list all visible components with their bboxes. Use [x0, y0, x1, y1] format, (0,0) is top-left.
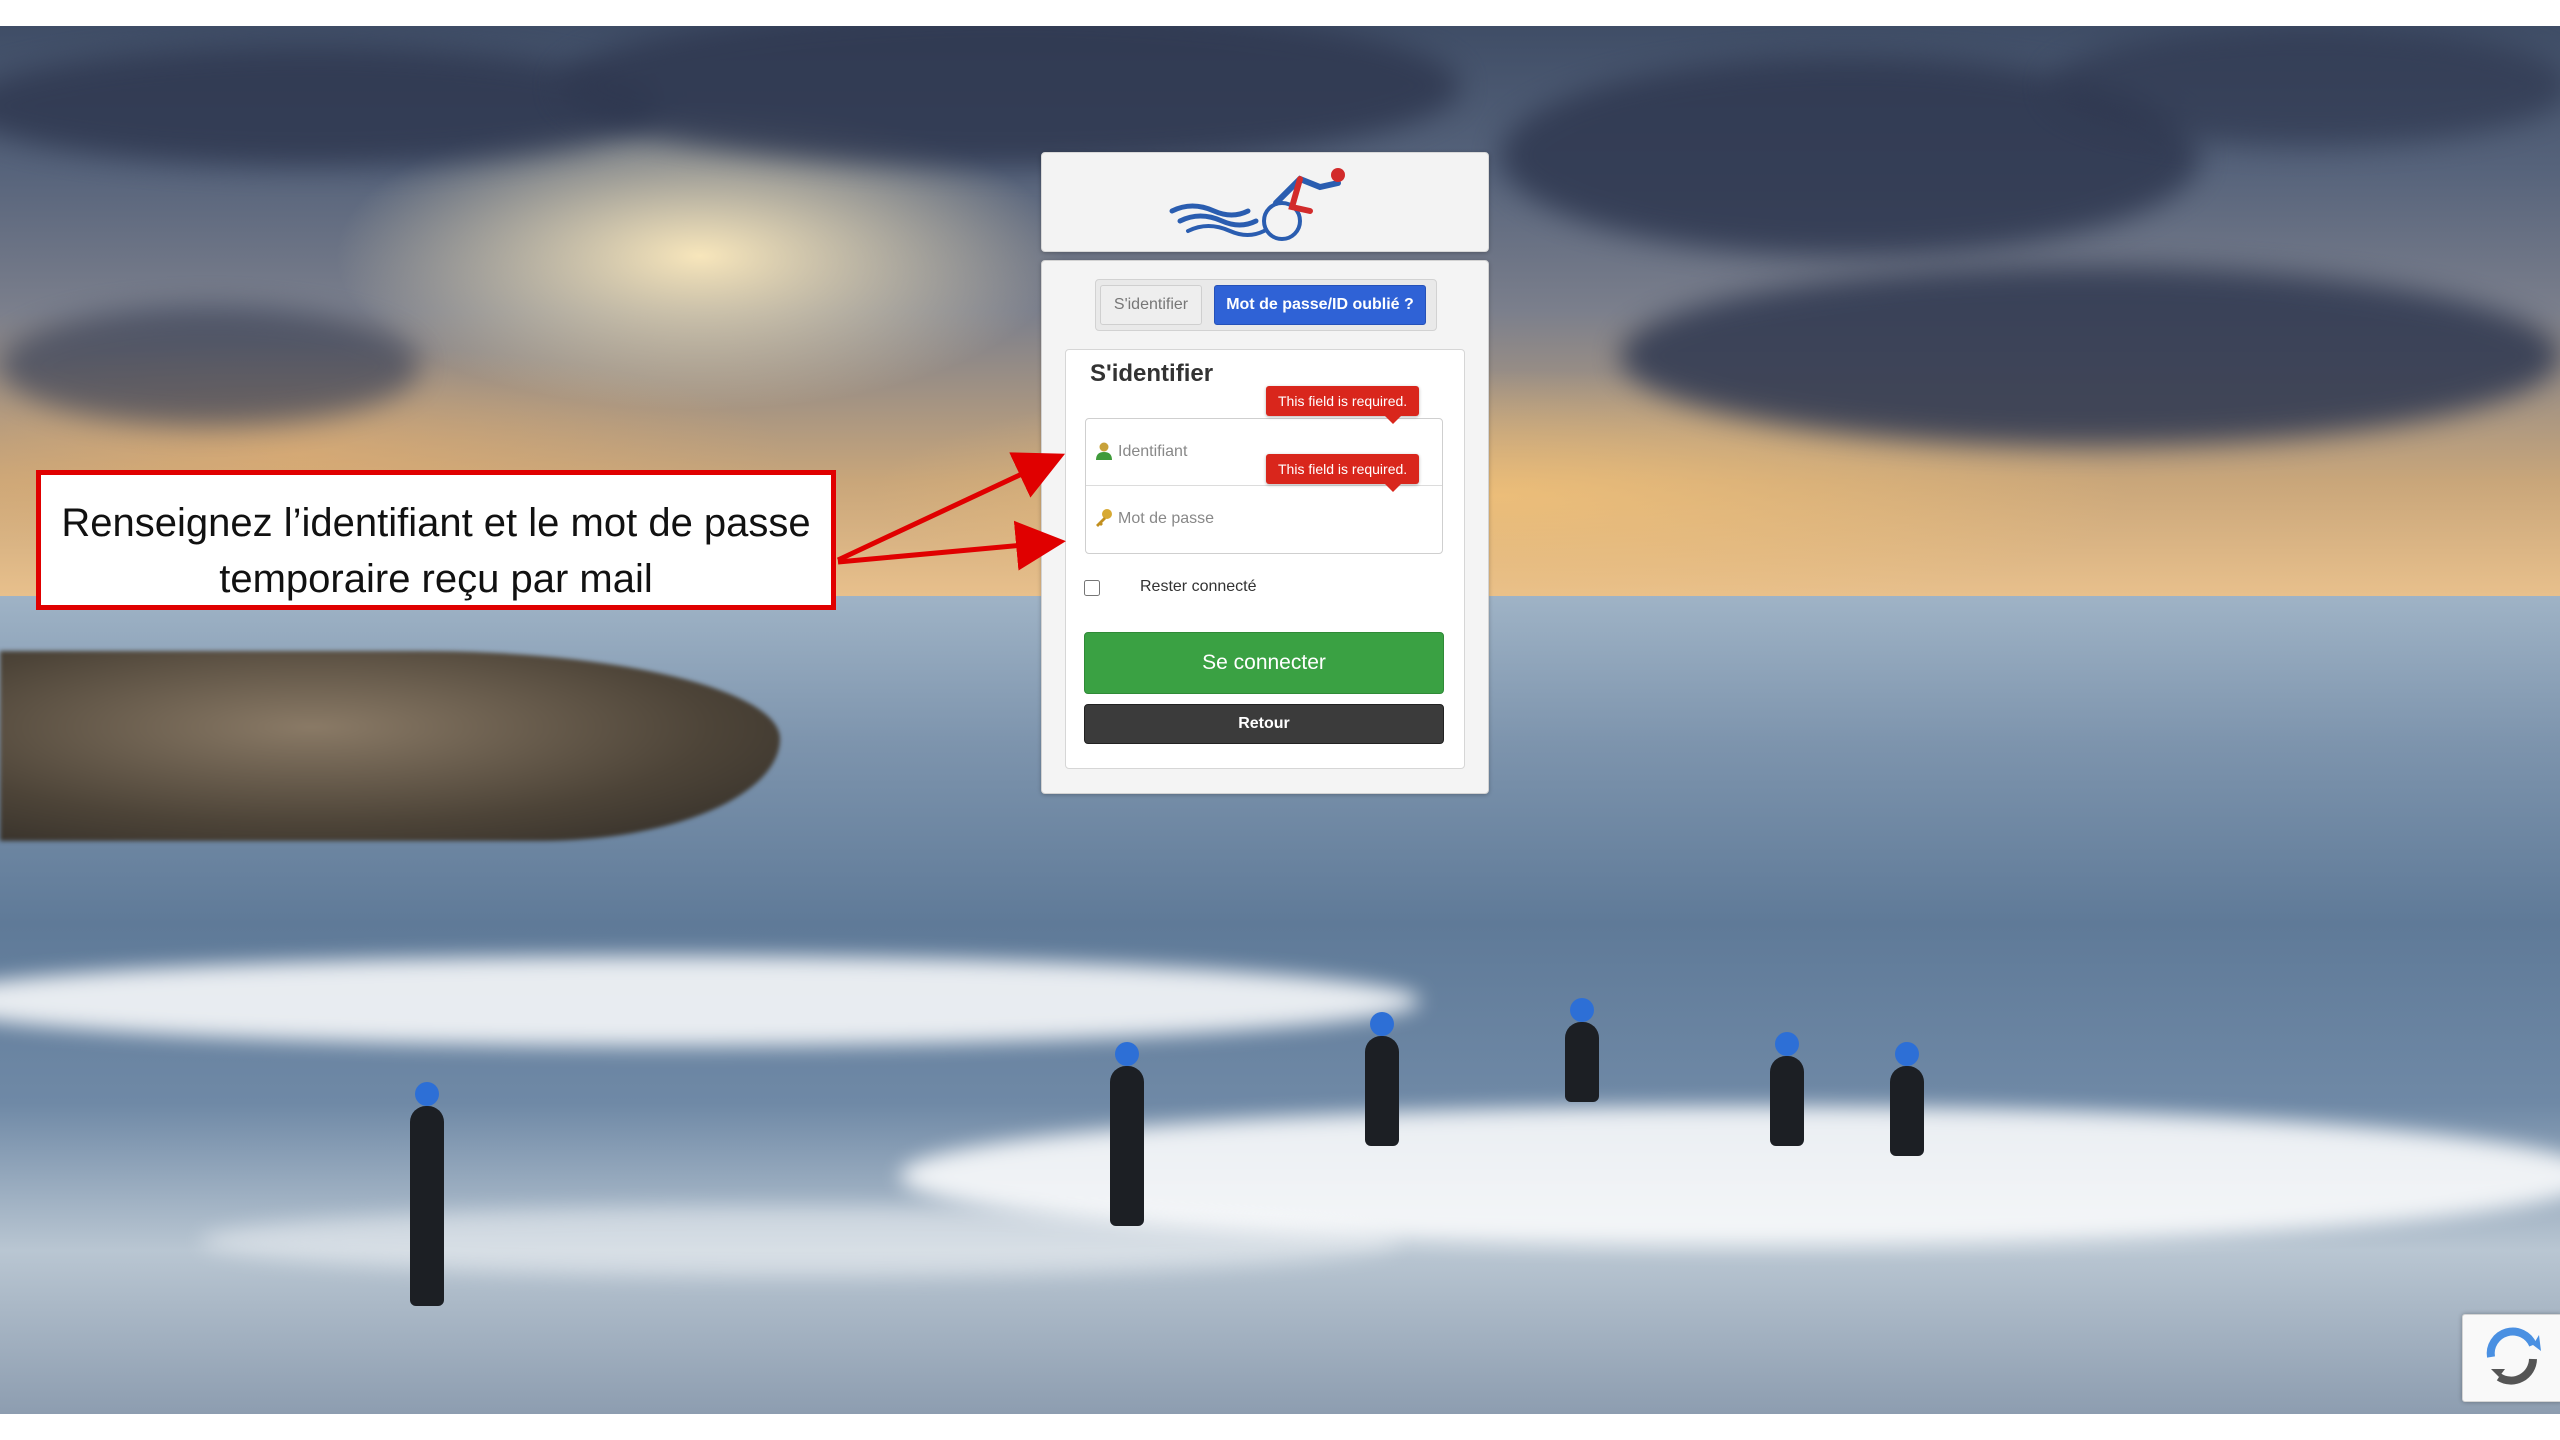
password-error-tooltip: This field is required. [1266, 454, 1420, 492]
rock-jetty [0, 651, 780, 841]
form-title: S'identifier [1090, 360, 1214, 387]
annotation-text: Renseignez l’identifiant et le mot de pa… [61, 501, 811, 601]
cloud [1620, 266, 2560, 446]
username-error-tooltip: This field is required. [1266, 386, 1420, 424]
tab-login[interactable]: S'identifier [1100, 285, 1202, 325]
password-row [1086, 486, 1442, 552]
user-icon [1096, 442, 1112, 460]
annotation-callout: Renseignez l’identifiant et le mot de pa… [36, 470, 836, 610]
back-button[interactable]: Retour [1084, 704, 1444, 744]
cloud [0, 306, 420, 426]
tab-bar: S'identifier Mot de passe/ID oublié ? [1095, 279, 1437, 331]
swimmer [1365, 1012, 1399, 1146]
remember-checkbox[interactable] [1084, 580, 1100, 596]
wave [200, 1206, 1400, 1276]
login-card: S'identifier Mot de passe/ID oublié ? S'… [1041, 260, 1489, 794]
login-form: S'identifier This field [1065, 349, 1465, 769]
swimmer [1565, 998, 1599, 1102]
remember-me[interactable]: Rester connecté [1084, 576, 1384, 600]
connect-button[interactable]: Se connecter [1084, 632, 1444, 694]
recaptcha-icon [2486, 1327, 2541, 1385]
triathlon-logo-icon [1169, 168, 1345, 241]
recaptcha-badge[interactable] [2462, 1314, 2560, 1402]
tab-forgot-password[interactable]: Mot de passe/ID oublié ? [1214, 285, 1426, 325]
swimmer [1110, 1042, 1144, 1226]
page-background: S'identifier Mot de passe/ID oublié ? S'… [0, 26, 2560, 1414]
logo-card [1041, 152, 1489, 252]
remember-label: Rester connecté [1140, 578, 1257, 595]
password-input[interactable] [1116, 500, 1420, 538]
swimmer [410, 1082, 444, 1306]
key-icon [1096, 509, 1112, 527]
swimmer [1770, 1032, 1804, 1146]
cloud [2050, 26, 2560, 146]
swimmer [1890, 1042, 1924, 1156]
